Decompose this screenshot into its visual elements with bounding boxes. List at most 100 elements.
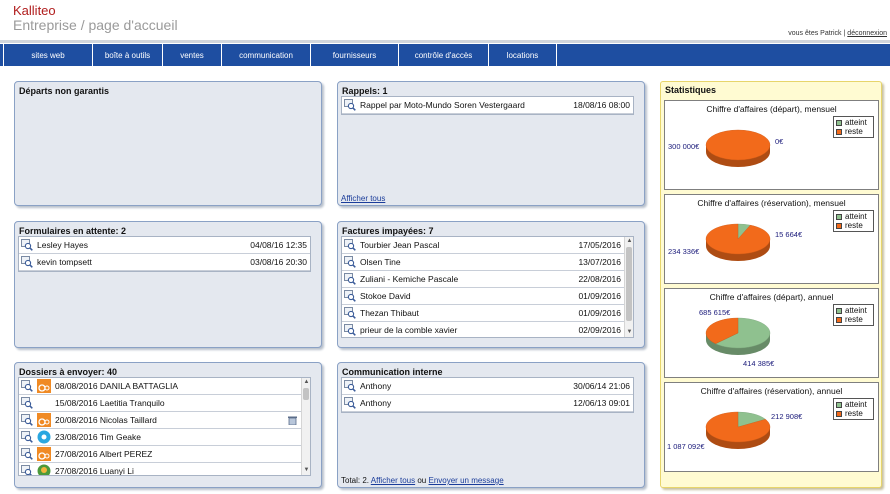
data-label-atteint: 15 664€ [775, 230, 803, 239]
pie-graphic [705, 317, 771, 355]
dossier-row[interactable]: 15/08/2016 Laetitia Tranquilo [19, 395, 301, 412]
magnifier-icon[interactable] [21, 448, 33, 460]
dossiers-panel: Dossiers à envoyer: 40 08/08/2016 DANILA… [14, 362, 322, 488]
legend-atteint: atteint [845, 306, 867, 315]
magnifier-icon[interactable] [344, 256, 356, 268]
dossier-row[interactable]: 23/08/2016 Tim Geake [19, 429, 301, 446]
departs-title: Départs non garantis [19, 86, 110, 96]
facture-row[interactable]: Tourbier Jean Pascal 17/05/2016 [342, 237, 624, 254]
nature-avatar-icon [37, 464, 51, 475]
dossier-label: 27/08/2016 Albert PEREZ [55, 449, 153, 459]
magnifier-icon[interactable] [21, 256, 33, 268]
dossier-label: 15/08/2016 Laetitia Tranquilo [55, 398, 165, 408]
magnifier-icon[interactable] [344, 324, 356, 336]
motorbike-avatar-icon [37, 413, 51, 427]
dossier-label: 20/08/2016 Nicolas Taillard [55, 415, 157, 425]
data-label-atteint: 0€ [775, 137, 784, 146]
magnifier-icon[interactable] [21, 397, 33, 409]
magnifier-icon[interactable] [344, 290, 356, 302]
dossier-row[interactable]: 08/08/2016 DANILA BATTAGLIA [19, 378, 301, 395]
magnifier-icon[interactable] [21, 465, 33, 476]
formulaire-row[interactable]: kevin tompsett 03/08/16 20:30 [19, 254, 310, 271]
message-row[interactable]: Anthony 12/06/13 09:01 [342, 395, 633, 412]
magnifier-icon[interactable] [344, 99, 356, 111]
legend-swatch-atteint [836, 401, 842, 408]
motorbike-avatar-icon [37, 447, 51, 461]
rappel-date: 18/08/16 08:00 [573, 100, 630, 110]
afficher-tous-link[interactable]: Afficher tous [371, 476, 415, 485]
magnifier-icon[interactable] [21, 239, 33, 251]
trash-icon[interactable] [287, 415, 298, 425]
magnifier-icon[interactable] [344, 397, 356, 409]
dossier-row[interactable]: 27/08/2016 Albert PEREZ [19, 446, 301, 463]
user-bar: vous êtes Patrick | déconnexion [788, 30, 887, 37]
scroll-down-icon[interactable]: ▼ [625, 328, 633, 337]
factures-scrollbar[interactable]: ▲ ▼ [624, 237, 633, 337]
formulaires-panel: Formulaires en attente: 2 Lesley Hayes 0… [14, 221, 322, 348]
afficher-tous-link[interactable]: Afficher tous [341, 194, 385, 203]
magnifier-icon[interactable] [344, 307, 356, 319]
rappel-label: Rappel par Moto-Mundo Soren Vestergaard [360, 100, 525, 110]
legend-reste: reste [845, 127, 863, 136]
scroll-thumb[interactable] [303, 388, 309, 400]
magnifier-icon[interactable] [344, 273, 356, 285]
pie-graphic [705, 223, 771, 261]
magnifier-icon[interactable] [21, 414, 33, 426]
nav-ventes[interactable]: ventes [163, 44, 222, 66]
communication-footer: Total: 2. Afficher tous ou Envoyer un me… [341, 476, 504, 485]
dossier-label: 27/08/2016 Luanyi Li [55, 466, 134, 476]
magnifier-icon[interactable] [344, 239, 356, 251]
dossiers-title: Dossiers à envoyer: 40 [19, 367, 118, 377]
nav-controle-acces[interactable]: contrôle d'accès [399, 44, 489, 66]
departs-panel: Départs non garantis [14, 81, 322, 206]
data-label-reste: 1 087 092€ [667, 442, 705, 451]
facture-row[interactable]: Stokoe David 01/09/2016 [342, 288, 624, 305]
magnifier-icon[interactable] [21, 431, 33, 443]
facture-date: 02/09/2016 [578, 325, 621, 335]
pie-chart-4: Chiffre d'affaires (réservation), annuel… [664, 382, 879, 472]
facture-date: 13/07/2016 [578, 257, 621, 267]
nav-communication[interactable]: communication [222, 44, 311, 66]
app-name: Kalliteo [13, 3, 56, 18]
formulaire-row[interactable]: Lesley Hayes 04/08/16 12:35 [19, 237, 310, 254]
factures-panel: Factures impayées: 7 Tourbier Jean Pasca… [337, 221, 645, 348]
legend-swatch-reste [836, 316, 842, 323]
pie-chart-3: Chiffre d'affaires (départ), annuel atte… [664, 288, 879, 378]
magnifier-icon[interactable] [344, 380, 356, 392]
facture-row[interactable]: prieur de la comble xavier 02/09/2016 [342, 322, 624, 337]
nav-sites-web[interactable]: sites web [3, 44, 93, 66]
user-label: vous êtes Patrick [788, 30, 842, 37]
scroll-thumb[interactable] [626, 247, 632, 321]
dossiers-scrollbar[interactable]: ▲ ▼ [301, 378, 310, 475]
legend-swatch-atteint [836, 307, 842, 314]
dossier-row[interactable]: 27/08/2016 Luanyi Li [19, 463, 301, 476]
slice-reste [705, 129, 771, 161]
envoyer-message-link[interactable]: Envoyer un message [429, 476, 504, 485]
magnifier-icon[interactable] [21, 380, 33, 392]
legend-atteint: atteint [845, 400, 867, 409]
dossier-row[interactable]: 20/08/2016 Nicolas Taillard [19, 412, 301, 429]
nav-fournisseurs[interactable]: fournisseurs [311, 44, 399, 66]
dossier-label: 08/08/2016 DANILA BATTAGLIA [55, 381, 179, 391]
rappels-list: Rappel par Moto-Mundo Soren Vestergaard … [341, 96, 634, 115]
facture-row[interactable]: Zuliani - Kemiche Pascale 22/08/2016 [342, 271, 624, 288]
facture-date: 22/08/2016 [578, 274, 621, 284]
legend-reste: reste [845, 315, 863, 324]
rappel-row[interactable]: Rappel par Moto-Mundo Soren Vestergaard … [342, 97, 633, 114]
scroll-up-icon[interactable]: ▲ [625, 237, 633, 246]
globe-avatar-icon [37, 430, 51, 444]
pie-chart-1: Chiffre d'affaires (départ), mensuel att… [664, 100, 879, 190]
facture-row[interactable]: Thezan Thibaut 01/09/2016 [342, 305, 624, 322]
nav-locations[interactable]: locations [489, 44, 557, 66]
chart-legend: atteint reste [833, 210, 874, 232]
facture-row[interactable]: Olsen Tine 13/07/2016 [342, 254, 624, 271]
scroll-up-icon[interactable]: ▲ [302, 378, 310, 387]
legend-swatch-atteint [836, 213, 842, 220]
pie-chart-2: Chiffre d'affaires (réservation), mensue… [664, 194, 879, 284]
message-row[interactable]: Anthony 30/06/14 21:06 [342, 378, 633, 395]
message-sender: Anthony [360, 398, 392, 408]
formulaire-label: Lesley Hayes [37, 240, 89, 250]
logout-link[interactable]: déconnexion [847, 30, 887, 37]
nav-boite-a-outils[interactable]: boîte à outils [93, 44, 163, 66]
scroll-down-icon[interactable]: ▼ [302, 466, 310, 475]
